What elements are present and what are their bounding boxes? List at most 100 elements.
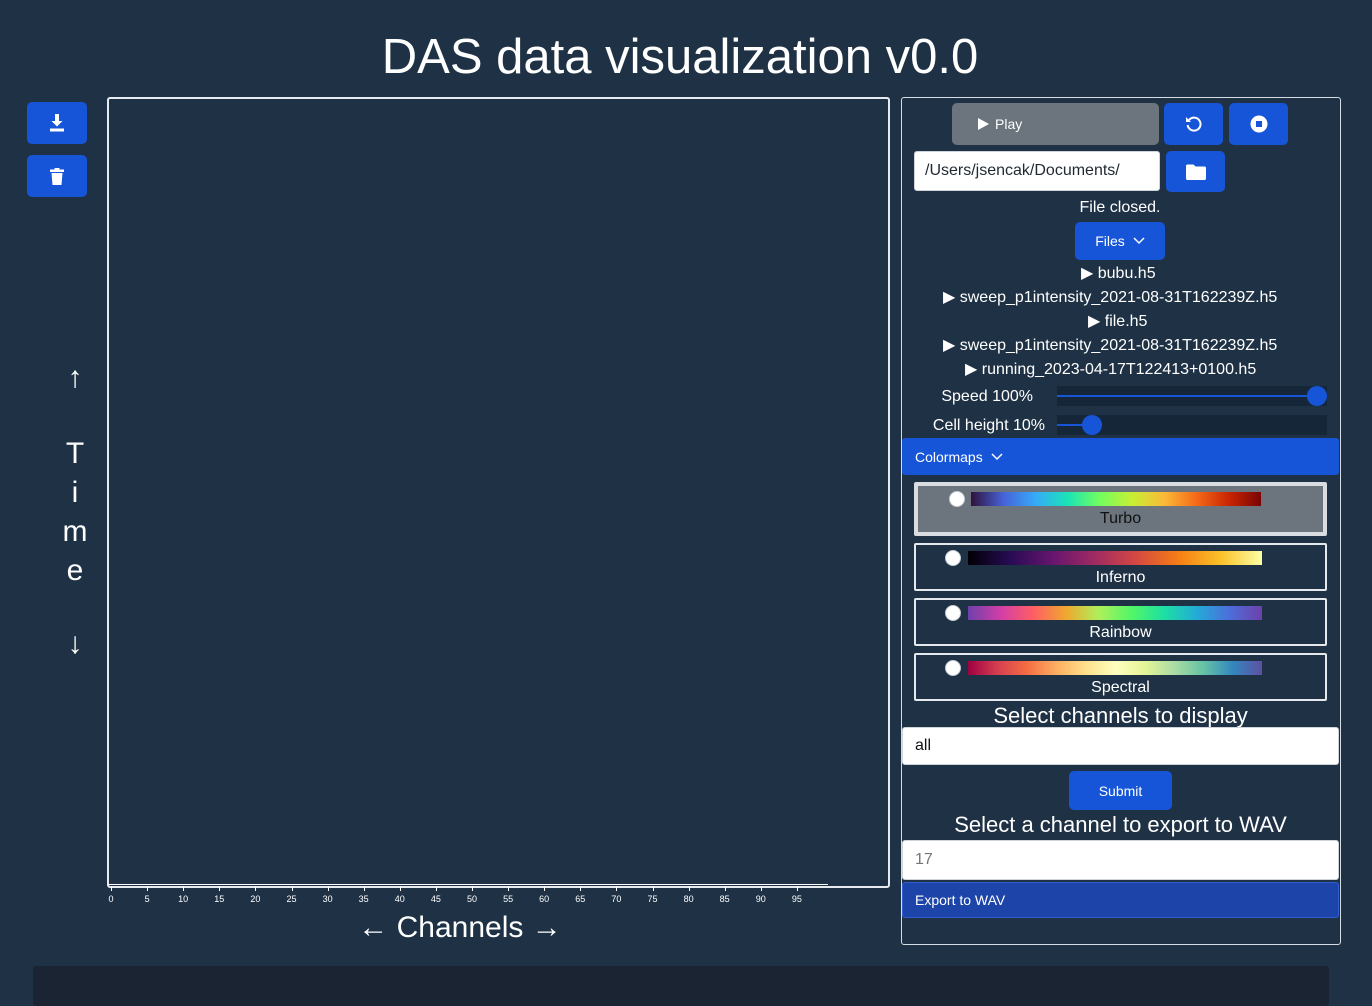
file-item[interactable]: ▶ bubu.h5 [1081,263,1156,283]
colormaps-dropdown-button[interactable]: Colormaps [902,438,1339,475]
axis-tick-label: 15 [214,894,225,904]
axis-tick-label: 45 [430,894,441,904]
colormap-option-turbo[interactable]: Turbo [914,482,1327,536]
colormap-radio[interactable] [945,550,961,566]
axis-tick-label: 40 [394,894,405,904]
channels-axis-label: ← Channels → [358,911,562,944]
axis-tick [688,886,690,891]
reset-button[interactable] [1164,103,1223,145]
colormap-radio[interactable] [945,660,961,676]
colormaps-label: Colormaps [915,448,983,465]
file-name: sweep_p1intensity_2021-08-31T162239Z.h5 [959,337,1278,354]
axis-tick-label: 65 [575,894,586,904]
submit-button[interactable]: Submit [1069,771,1172,810]
channels-input[interactable] [902,727,1339,765]
wav-channel-input[interactable] [902,840,1339,880]
axis-tick [327,886,329,891]
axis-tick [111,886,112,891]
axis-tick-label: 55 [503,894,514,904]
axis-tick-label: 85 [719,894,730,904]
axis-tick [580,886,582,891]
download-icon [50,114,64,132]
axis-tick-label: 90 [755,894,766,904]
rotate-icon [1185,116,1201,132]
speed-slider-thumb[interactable] [1307,386,1327,406]
axis-tick-label: 25 [286,894,297,904]
play-button[interactable]: Play [952,103,1159,145]
time-letter: e [66,554,84,587]
path-input[interactable] [914,151,1160,191]
axis-tick [652,886,654,891]
trash-icon [50,167,64,185]
channels-title: Select channels to display [993,703,1248,728]
download-button[interactable] [27,102,87,144]
cell-height-label: Cell height 10% [932,417,1045,434]
waterfall-canvas[interactable] [107,97,890,888]
rainbow-gradient [968,606,1262,620]
axis-tick [255,886,257,891]
axis-tick-label: 5 [144,894,150,904]
axis-tick [291,886,293,891]
axis-tick [399,886,401,891]
cell-height-slider-thumb[interactable] [1082,415,1102,435]
colormap-name: Rainbow [1089,624,1152,641]
axis-tick [760,886,762,891]
axis-tick [796,886,798,891]
stop-circle-icon [1250,115,1267,133]
colormap-name: Inferno [1095,569,1146,586]
axis-tick-label: 80 [683,894,694,904]
files-dropdown-button[interactable]: Files [1075,222,1165,260]
colormap-option-rainbow[interactable]: Rainbow [914,598,1327,646]
axis-tick-label: 75 [647,894,658,904]
channel-axis: 0 5 10 15 20 25 30 35 40 45 50 55 60 65 70 75 80 85 90 95 [108,884,828,908]
file-item[interactable]: ▶ sweep_p1intensity_2021-08-31T162239Z.h… [943,335,1277,355]
play-icon [978,118,989,130]
files-label: Files [1095,233,1125,249]
play-label: Play [995,116,1023,132]
speed-label: Speed 100% [941,388,1033,405]
axis-tick [508,886,510,891]
axis-tick [147,886,149,891]
cell-height-slider[interactable] [1057,415,1327,435]
axis-tick-label: 35 [358,894,369,904]
colormap-option-spectral[interactable]: Spectral [914,653,1327,701]
axis-tick [616,886,618,891]
spectral-gradient [968,661,1262,675]
delete-button[interactable] [27,155,87,197]
time-letter: m [62,515,88,548]
time-arrow-down: ↓ [67,627,83,660]
axis-tick [219,886,221,891]
file-item[interactable]: ▶ sweep_p1intensity_2021-08-31T162239Z.h… [943,287,1277,307]
turbo-gradient [971,492,1261,506]
inferno-gradient [968,551,1262,565]
axis-tick-label: 10 [178,894,189,904]
axis-tick-label: 20 [250,894,261,904]
colormap-name: Spectral [1091,679,1150,696]
axis-tick-label: 30 [322,894,333,904]
axis-line [108,884,828,885]
axis-tick [183,886,185,891]
colormap-radio[interactable] [949,491,965,507]
page-title: DAS data visualization v0.0 [381,30,979,84]
export-wav-button[interactable]: Export to WAV [902,882,1339,918]
file-item[interactable]: ▶ file.h5 [1088,311,1147,331]
axis-tick [472,886,473,891]
file-name: running_2023-04-17T122413+0100.h5 [981,361,1257,378]
axis-tick-label: 0 [108,894,114,904]
wav-title: Select a channel to export to WAV [954,812,1287,837]
axis-tick-label: 60 [539,894,550,904]
colormap-radio[interactable] [945,605,961,621]
colormap-option-inferno[interactable]: Inferno [914,543,1327,591]
speed-slider[interactable] [1057,386,1327,406]
time-letter: i [71,476,79,509]
time-arrow-up: ↑ [67,361,83,394]
stop-button[interactable] [1229,103,1288,145]
file-item[interactable]: ▶ running_2023-04-17T122413+0100.h5 [965,359,1256,379]
axis-tick [544,886,546,891]
browse-folder-button[interactable] [1166,151,1225,192]
axis-tick-label: 50 [466,894,478,904]
axis-tick [724,886,726,891]
chevron-down-icon [991,452,1003,460]
file-status: File closed. [1079,199,1161,216]
chevron-down-icon [1133,237,1145,245]
